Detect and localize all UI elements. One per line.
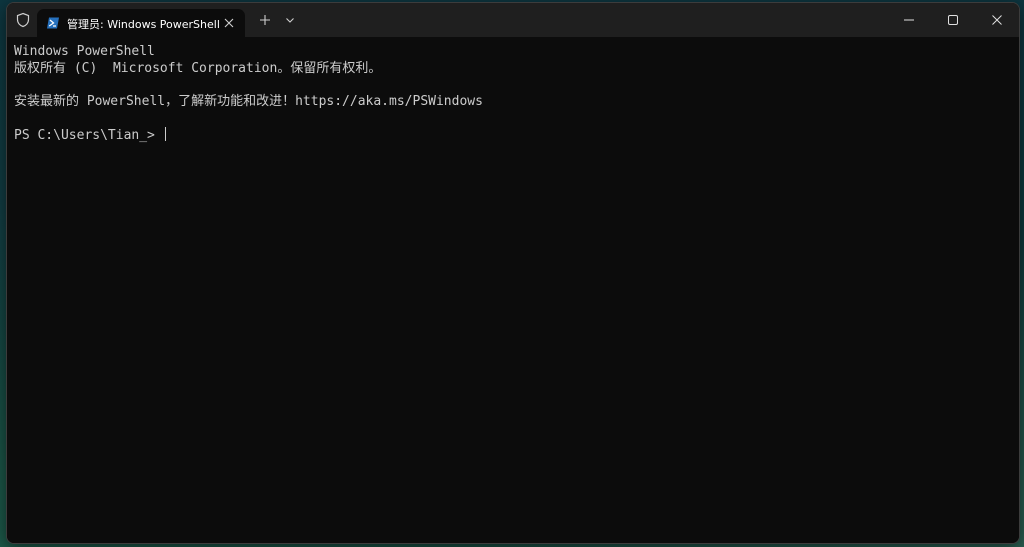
tab-powershell[interactable]: 管理员: Windows PowerShell [37, 9, 245, 38]
title-bar[interactable]: 管理员: Windows PowerShell [7, 3, 1019, 38]
close-button[interactable] [975, 3, 1019, 37]
scrollbar[interactable] [1011, 39, 1017, 539]
minimize-icon [904, 19, 914, 21]
terminal-line: 安装最新的 PowerShell，了解新功能和改进！https://aka.ms… [14, 93, 483, 109]
maximize-button[interactable] [931, 3, 975, 37]
minimize-button[interactable] [887, 3, 931, 37]
maximize-icon [948, 15, 958, 25]
text-cursor [164, 126, 166, 141]
desktop-background: 管理员: Windows PowerShell Windows PowerShe… [0, 0, 1024, 547]
tab-title: 管理员: Windows PowerShell [67, 18, 220, 31]
tab-dropdown-button[interactable] [284, 14, 296, 26]
prompt-line[interactable]: PS C:\Users\Tian_> [14, 126, 1019, 144]
terminal-window: 管理员: Windows PowerShell Windows PowerShe… [6, 2, 1020, 544]
terminal-line: Windows PowerShell [14, 44, 155, 59]
terminal-output[interactable]: Windows PowerShell 版权所有 (C) Microsoft Co… [7, 38, 1019, 543]
prompt-text: PS C:\Users\Tian_> [14, 127, 163, 143]
close-icon [992, 15, 1002, 25]
tab-close-icon[interactable] [223, 17, 235, 29]
new-tab-button[interactable] [257, 12, 273, 28]
terminal-line: 版权所有 (C) Microsoft Corporation。保留所有权利。 [14, 60, 382, 76]
powershell-icon [47, 17, 59, 29]
shield-icon [16, 12, 30, 28]
